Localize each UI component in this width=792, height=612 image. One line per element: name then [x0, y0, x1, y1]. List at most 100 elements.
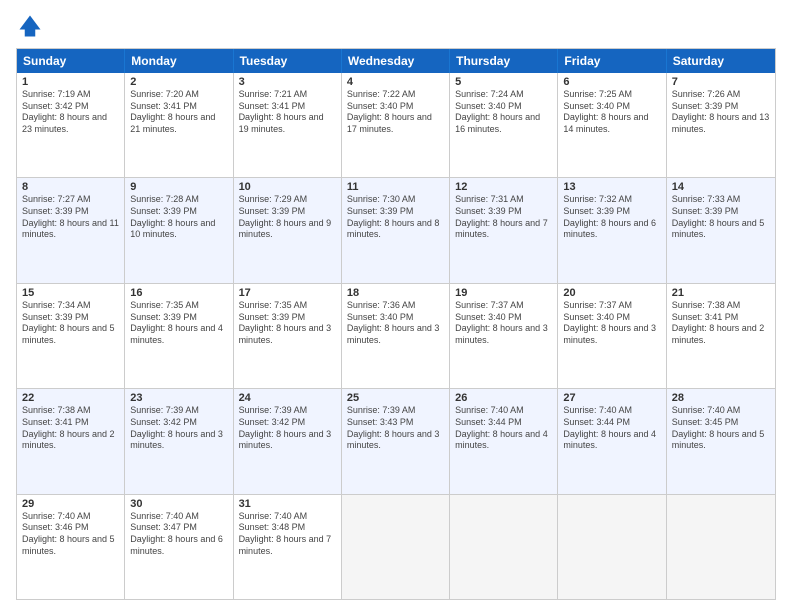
calendar-row: 15Sunrise: 7:34 AM Sunset: 3:39 PM Dayli… [17, 283, 775, 388]
calendar-cell: 15Sunrise: 7:34 AM Sunset: 3:39 PM Dayli… [17, 284, 125, 388]
calendar-cell: 12Sunrise: 7:31 AM Sunset: 3:39 PM Dayli… [450, 178, 558, 282]
cell-info: Sunrise: 7:38 AM Sunset: 3:41 PM Dayligh… [672, 300, 770, 347]
day-number: 24 [239, 392, 336, 404]
cell-info: Sunrise: 7:22 AM Sunset: 3:40 PM Dayligh… [347, 89, 444, 136]
header-day: Monday [125, 49, 233, 73]
calendar-row: 8Sunrise: 7:27 AM Sunset: 3:39 PM Daylig… [17, 177, 775, 282]
cell-info: Sunrise: 7:40 AM Sunset: 3:48 PM Dayligh… [239, 511, 336, 558]
calendar-cell: 7Sunrise: 7:26 AM Sunset: 3:39 PM Daylig… [667, 73, 775, 177]
day-number: 26 [455, 392, 552, 404]
cell-info: Sunrise: 7:32 AM Sunset: 3:39 PM Dayligh… [563, 194, 660, 241]
calendar-cell: 14Sunrise: 7:33 AM Sunset: 3:39 PM Dayli… [667, 178, 775, 282]
calendar-cell: 22Sunrise: 7:38 AM Sunset: 3:41 PM Dayli… [17, 389, 125, 493]
day-number: 29 [22, 498, 119, 510]
day-number: 25 [347, 392, 444, 404]
cell-info: Sunrise: 7:31 AM Sunset: 3:39 PM Dayligh… [455, 194, 552, 241]
calendar-cell: 3Sunrise: 7:21 AM Sunset: 3:41 PM Daylig… [234, 73, 342, 177]
calendar-cell: 17Sunrise: 7:35 AM Sunset: 3:39 PM Dayli… [234, 284, 342, 388]
cell-info: Sunrise: 7:21 AM Sunset: 3:41 PM Dayligh… [239, 89, 336, 136]
calendar-cell [667, 495, 775, 599]
cell-info: Sunrise: 7:37 AM Sunset: 3:40 PM Dayligh… [563, 300, 660, 347]
calendar-cell: 11Sunrise: 7:30 AM Sunset: 3:39 PM Dayli… [342, 178, 450, 282]
day-number: 4 [347, 76, 444, 88]
calendar-cell: 10Sunrise: 7:29 AM Sunset: 3:39 PM Dayli… [234, 178, 342, 282]
day-number: 15 [22, 287, 119, 299]
header-day: Thursday [450, 49, 558, 73]
day-number: 17 [239, 287, 336, 299]
day-number: 27 [563, 392, 660, 404]
calendar-cell: 2Sunrise: 7:20 AM Sunset: 3:41 PM Daylig… [125, 73, 233, 177]
calendar-cell: 23Sunrise: 7:39 AM Sunset: 3:42 PM Dayli… [125, 389, 233, 493]
calendar-body: 1Sunrise: 7:19 AM Sunset: 3:42 PM Daylig… [17, 73, 775, 599]
calendar-cell: 29Sunrise: 7:40 AM Sunset: 3:46 PM Dayli… [17, 495, 125, 599]
calendar-row: 29Sunrise: 7:40 AM Sunset: 3:46 PM Dayli… [17, 494, 775, 599]
cell-info: Sunrise: 7:26 AM Sunset: 3:39 PM Dayligh… [672, 89, 770, 136]
cell-info: Sunrise: 7:33 AM Sunset: 3:39 PM Dayligh… [672, 194, 770, 241]
day-number: 8 [22, 181, 119, 193]
cell-info: Sunrise: 7:38 AM Sunset: 3:41 PM Dayligh… [22, 405, 119, 452]
calendar-cell: 30Sunrise: 7:40 AM Sunset: 3:47 PM Dayli… [125, 495, 233, 599]
calendar-cell: 16Sunrise: 7:35 AM Sunset: 3:39 PM Dayli… [125, 284, 233, 388]
day-number: 14 [672, 181, 770, 193]
cell-info: Sunrise: 7:30 AM Sunset: 3:39 PM Dayligh… [347, 194, 444, 241]
cell-info: Sunrise: 7:39 AM Sunset: 3:43 PM Dayligh… [347, 405, 444, 452]
calendar-cell: 13Sunrise: 7:32 AM Sunset: 3:39 PM Dayli… [558, 178, 666, 282]
day-number: 21 [672, 287, 770, 299]
calendar-cell [450, 495, 558, 599]
calendar-cell: 18Sunrise: 7:36 AM Sunset: 3:40 PM Dayli… [342, 284, 450, 388]
cell-info: Sunrise: 7:24 AM Sunset: 3:40 PM Dayligh… [455, 89, 552, 136]
calendar-cell: 31Sunrise: 7:40 AM Sunset: 3:48 PM Dayli… [234, 495, 342, 599]
day-number: 1 [22, 76, 119, 88]
calendar-cell: 28Sunrise: 7:40 AM Sunset: 3:45 PM Dayli… [667, 389, 775, 493]
calendar-row: 22Sunrise: 7:38 AM Sunset: 3:41 PM Dayli… [17, 388, 775, 493]
cell-info: Sunrise: 7:29 AM Sunset: 3:39 PM Dayligh… [239, 194, 336, 241]
cell-info: Sunrise: 7:39 AM Sunset: 3:42 PM Dayligh… [239, 405, 336, 452]
page: SundayMondayTuesdayWednesdayThursdayFrid… [0, 0, 792, 612]
day-number: 31 [239, 498, 336, 510]
cell-info: Sunrise: 7:28 AM Sunset: 3:39 PM Dayligh… [130, 194, 227, 241]
logo [16, 12, 48, 40]
cell-info: Sunrise: 7:40 AM Sunset: 3:44 PM Dayligh… [455, 405, 552, 452]
day-number: 13 [563, 181, 660, 193]
calendar-cell: 26Sunrise: 7:40 AM Sunset: 3:44 PM Dayli… [450, 389, 558, 493]
calendar-header: SundayMondayTuesdayWednesdayThursdayFrid… [17, 49, 775, 73]
day-number: 9 [130, 181, 227, 193]
day-number: 16 [130, 287, 227, 299]
calendar-cell: 19Sunrise: 7:37 AM Sunset: 3:40 PM Dayli… [450, 284, 558, 388]
calendar-cell: 20Sunrise: 7:37 AM Sunset: 3:40 PM Dayli… [558, 284, 666, 388]
cell-info: Sunrise: 7:40 AM Sunset: 3:44 PM Dayligh… [563, 405, 660, 452]
day-number: 19 [455, 287, 552, 299]
calendar-cell: 9Sunrise: 7:28 AM Sunset: 3:39 PM Daylig… [125, 178, 233, 282]
cell-info: Sunrise: 7:39 AM Sunset: 3:42 PM Dayligh… [130, 405, 227, 452]
day-number: 6 [563, 76, 660, 88]
day-number: 10 [239, 181, 336, 193]
header [16, 12, 776, 40]
cell-info: Sunrise: 7:25 AM Sunset: 3:40 PM Dayligh… [563, 89, 660, 136]
cell-info: Sunrise: 7:35 AM Sunset: 3:39 PM Dayligh… [239, 300, 336, 347]
calendar-cell: 27Sunrise: 7:40 AM Sunset: 3:44 PM Dayli… [558, 389, 666, 493]
calendar-cell: 1Sunrise: 7:19 AM Sunset: 3:42 PM Daylig… [17, 73, 125, 177]
calendar-cell: 5Sunrise: 7:24 AM Sunset: 3:40 PM Daylig… [450, 73, 558, 177]
day-number: 28 [672, 392, 770, 404]
header-day: Tuesday [234, 49, 342, 73]
day-number: 30 [130, 498, 227, 510]
cell-info: Sunrise: 7:34 AM Sunset: 3:39 PM Dayligh… [22, 300, 119, 347]
header-day: Friday [558, 49, 666, 73]
day-number: 11 [347, 181, 444, 193]
calendar-cell: 6Sunrise: 7:25 AM Sunset: 3:40 PM Daylig… [558, 73, 666, 177]
calendar-cell [342, 495, 450, 599]
day-number: 5 [455, 76, 552, 88]
calendar-row: 1Sunrise: 7:19 AM Sunset: 3:42 PM Daylig… [17, 73, 775, 177]
header-day: Sunday [17, 49, 125, 73]
day-number: 22 [22, 392, 119, 404]
header-day: Saturday [667, 49, 775, 73]
logo-icon [16, 12, 44, 40]
calendar-cell: 25Sunrise: 7:39 AM Sunset: 3:43 PM Dayli… [342, 389, 450, 493]
header-day: Wednesday [342, 49, 450, 73]
calendar-cell: 24Sunrise: 7:39 AM Sunset: 3:42 PM Dayli… [234, 389, 342, 493]
calendar-cell: 8Sunrise: 7:27 AM Sunset: 3:39 PM Daylig… [17, 178, 125, 282]
calendar-cell [558, 495, 666, 599]
cell-info: Sunrise: 7:40 AM Sunset: 3:47 PM Dayligh… [130, 511, 227, 558]
calendar-cell: 21Sunrise: 7:38 AM Sunset: 3:41 PM Dayli… [667, 284, 775, 388]
day-number: 20 [563, 287, 660, 299]
